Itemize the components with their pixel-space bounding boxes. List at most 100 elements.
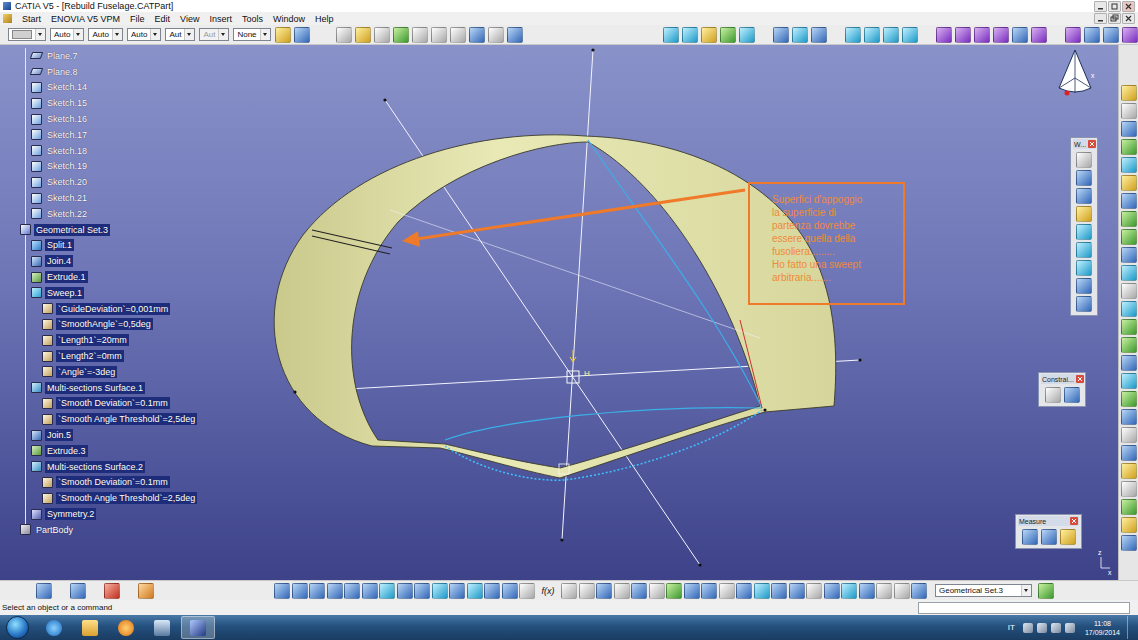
tool-icon[interactable] (1084, 27, 1100, 43)
origin-box[interactable] (567, 371, 579, 383)
tool-icon[interactable] (1122, 27, 1138, 43)
tree-item[interactable]: `Smooth Deviation`=0.1mm (0, 475, 210, 491)
tool-icon[interactable] (701, 27, 717, 43)
tool-icon[interactable] (344, 583, 360, 599)
tool-icon[interactable] (397, 583, 413, 599)
style-dropdown[interactable]: Auto (50, 28, 84, 41)
tool-icon[interactable] (412, 27, 428, 43)
tool-icon[interactable] (974, 27, 990, 43)
tool-icon[interactable] (1076, 278, 1092, 294)
style-dropdown[interactable] (8, 28, 46, 41)
tool-icon[interactable] (1121, 247, 1137, 263)
tool-icon[interactable] (292, 583, 308, 599)
tree-item[interactable]: Sweep.1 (0, 285, 210, 301)
style-dropdown[interactable]: None (233, 28, 270, 41)
tool-icon[interactable] (432, 583, 448, 599)
tool-icon[interactable] (1121, 391, 1137, 407)
tool-icon[interactable] (104, 583, 120, 599)
tool-icon[interactable] (336, 27, 352, 43)
tool-icon[interactable] (1076, 224, 1092, 240)
floating-toolbar[interactable]: W... (1070, 137, 1098, 316)
tree-item[interactable]: Multi-sections Surface.2 (0, 459, 210, 475)
tool-icon[interactable] (1121, 427, 1137, 443)
tool-icon[interactable] (663, 27, 679, 43)
menu-item[interactable]: File (130, 14, 145, 24)
tool-icon[interactable] (811, 27, 827, 43)
toolbar-title[interactable]: Measure (1018, 516, 1079, 526)
tray-icon[interactable] (1065, 623, 1075, 633)
tool-icon[interactable] (1121, 157, 1137, 173)
tree-item[interactable]: Sketch.18 (0, 143, 210, 159)
tool-icon[interactable] (309, 583, 325, 599)
tree-item[interactable]: Geometrical Set.3 (0, 222, 210, 238)
tool-icon[interactable] (1121, 481, 1137, 497)
tool-icon[interactable] (450, 27, 466, 43)
tool-icon[interactable] (649, 583, 665, 599)
tool-icon[interactable] (1121, 409, 1137, 425)
tool-icon[interactable] (1121, 463, 1137, 479)
close-icon[interactable] (1070, 517, 1078, 525)
tree-item[interactable]: Extrude.1 (0, 269, 210, 285)
toolbar-title[interactable]: W... (1073, 139, 1095, 149)
tool-icon[interactable] (1012, 27, 1028, 43)
tool-icon[interactable] (789, 583, 805, 599)
tool-icon[interactable] (824, 583, 840, 599)
tool-icon[interactable] (1121, 121, 1137, 137)
point-box[interactable] (559, 464, 569, 474)
menu-item[interactable]: Tools (242, 14, 263, 24)
tree-item[interactable]: `Smooth Angle Threshold`=2,5deg (0, 490, 210, 506)
menu-item[interactable]: ENOVIA V5 VPM (51, 14, 120, 24)
tool-icon[interactable] (1103, 27, 1119, 43)
tool-icon[interactable] (1121, 517, 1137, 533)
tool-icon[interactable] (864, 27, 880, 43)
tree-item[interactable]: Sketch.17 (0, 127, 210, 143)
tool-icon[interactable] (374, 27, 390, 43)
menu-item[interactable]: Window (273, 14, 305, 24)
tool-icon[interactable] (955, 27, 971, 43)
tool-icon[interactable] (773, 27, 789, 43)
tool-icon[interactable] (719, 583, 735, 599)
tool-icon[interactable] (894, 583, 910, 599)
tool-icon[interactable] (488, 27, 504, 43)
show-desktop-button[interactable] (1127, 616, 1136, 639)
tool-icon[interactable] (1121, 139, 1137, 155)
tool-icon[interactable] (1121, 103, 1137, 119)
tool-icon[interactable] (736, 583, 752, 599)
start-orb-icon[interactable] (6, 616, 29, 639)
formula-button[interactable]: f(x) (537, 586, 560, 596)
tree-item[interactable]: `GuideDeviation`=0,001mm (0, 301, 210, 317)
tool-icon[interactable] (1121, 319, 1137, 335)
tool-icon[interactable] (1121, 301, 1137, 317)
tool-icon[interactable] (414, 583, 430, 599)
tool-icon[interactable] (274, 583, 290, 599)
tool-icon[interactable] (936, 27, 952, 43)
tree-item[interactable]: `Smooth Deviation`=0.1mm (0, 396, 210, 412)
tool-icon[interactable] (666, 583, 682, 599)
tool-icon[interactable] (1064, 387, 1080, 403)
close-icon[interactable] (1088, 140, 1096, 148)
taskbar-button[interactable] (37, 616, 71, 639)
close-icon[interactable] (1076, 375, 1084, 383)
tree-item[interactable]: Sketch.16 (0, 111, 210, 127)
taskbar-button[interactable] (145, 616, 179, 639)
tree-item[interactable]: `SmoothAngle`=0,5deg (0, 317, 210, 333)
tool-icon[interactable] (596, 583, 612, 599)
command-input[interactable] (918, 602, 1130, 614)
tree-item[interactable]: Sketch.21 (0, 190, 210, 206)
compass-icon[interactable] (1059, 50, 1091, 96)
tool-icon[interactable] (355, 27, 371, 43)
tool-icon[interactable] (883, 27, 899, 43)
clock[interactable]: 11:0817/09/2014 (1085, 619, 1120, 637)
tool-icon[interactable] (1038, 583, 1054, 599)
tool-icon[interactable] (876, 583, 892, 599)
tool-icon[interactable] (138, 583, 154, 599)
style-dropdown[interactable]: Auto (88, 28, 122, 41)
tool-icon[interactable] (902, 27, 918, 43)
tool-icon[interactable] (294, 27, 310, 43)
taskbar-button[interactable] (73, 616, 107, 639)
tree-item[interactable]: Join.5 (0, 427, 210, 443)
tool-icon[interactable] (519, 583, 535, 599)
tree-item[interactable]: Sketch.22 (0, 206, 210, 222)
tool-icon[interactable] (502, 583, 518, 599)
tool-icon[interactable] (841, 583, 857, 599)
